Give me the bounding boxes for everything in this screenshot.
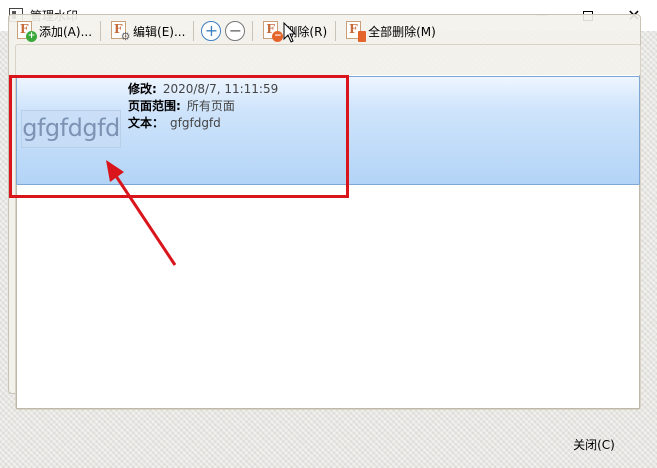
mouse-cursor-icon: [283, 22, 297, 43]
annotation-arrow: [106, 160, 177, 266]
manage-watermark-dialog: 管理水印 ✕ + 添加(A)... ⚙ 编辑(E)... +: [0, 0, 657, 468]
close-button-label: 关闭(C): [573, 437, 615, 452]
close-button[interactable]: 关闭(C): [564, 432, 624, 456]
